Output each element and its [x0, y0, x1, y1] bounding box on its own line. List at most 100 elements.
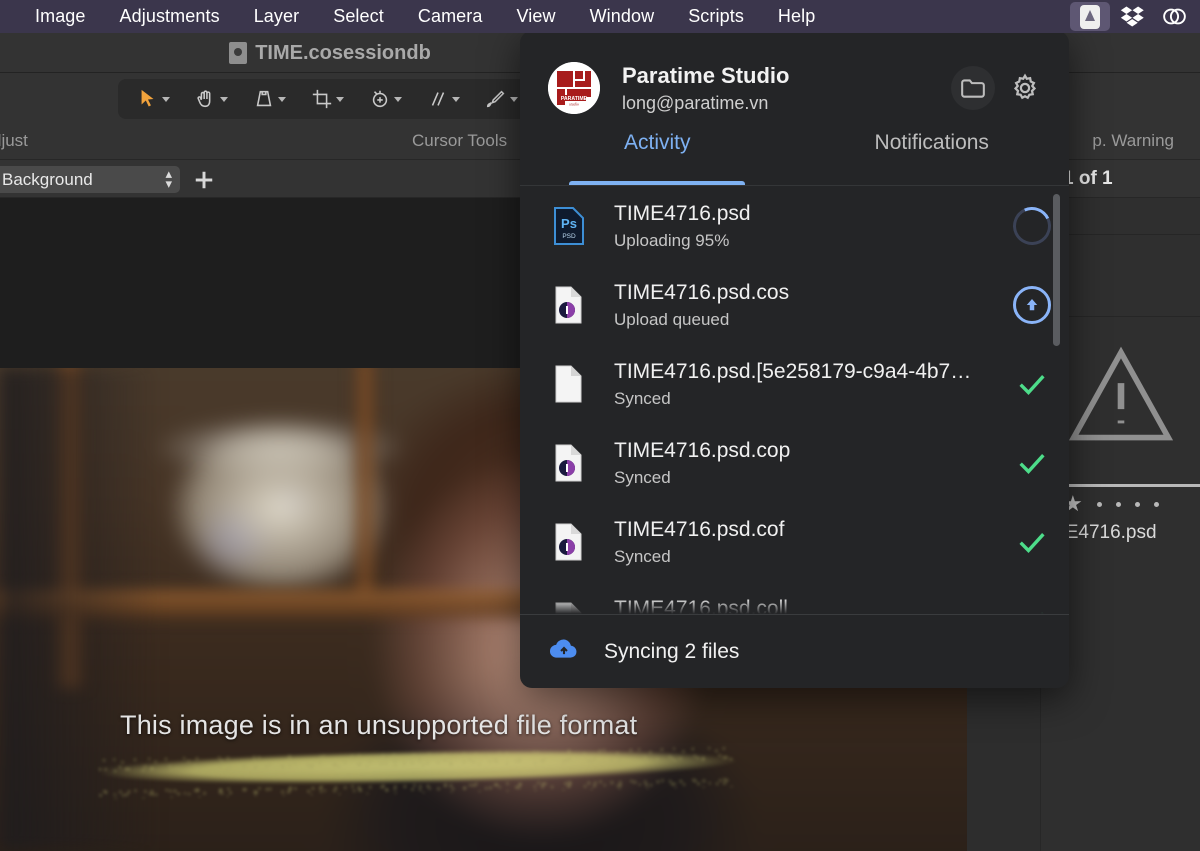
file-list-scrollbar[interactable] — [1053, 194, 1060, 346]
tab-notifications[interactable]: Notifications — [795, 127, 1070, 185]
crop-tool-button[interactable] — [298, 80, 356, 118]
chevron-down-icon — [277, 96, 286, 102]
unsupported-format-message: This image is in an unsupported file for… — [120, 710, 638, 740]
cos-file-icon — [548, 521, 590, 563]
screen: TIME.cosessiondb just Cursor Tools p. Wa… — [0, 0, 1200, 851]
tab-activity[interactable]: Activity — [520, 127, 795, 185]
file-name: TIME4716.psd.cof — [614, 517, 785, 541]
document-title-text: TIME.cosessiondb — [255, 41, 431, 64]
menu-window[interactable]: Window — [573, 0, 672, 33]
file-status: Synced — [614, 468, 671, 488]
account-name: Paratime Studio — [622, 62, 790, 88]
tab-activity-label: Activity — [623, 131, 691, 154]
hand-tool-button[interactable] — [182, 80, 240, 118]
star-empty-icon[interactable] — [1115, 501, 1121, 507]
account-identity: Paratime Studio long@paratime.vn — [622, 62, 943, 115]
popover-footer: Syncing 2 files — [520, 614, 1069, 688]
synced-check-icon — [1019, 532, 1045, 553]
menu-camera[interactable]: Camera — [401, 0, 500, 33]
list-item[interactable]: TIME4716.psd.cop Synced — [520, 423, 1069, 502]
file-name: TIME4716.psd.cos — [614, 280, 790, 304]
popover-tabs: Activity Notifications — [520, 127, 1069, 185]
rotate-tool-button[interactable] — [356, 80, 414, 118]
file-state — [995, 446, 1069, 480]
document-file-icon — [229, 42, 248, 64]
path-tool-button[interactable] — [414, 80, 472, 118]
account-email: long@paratime.vn — [622, 93, 769, 114]
svg-text:studio: studio — [569, 102, 579, 107]
file-state — [995, 367, 1069, 401]
generic-file-icon — [548, 363, 590, 405]
file-info: TIME4716.psd.cos Upload queued — [614, 279, 995, 330]
synced-check-icon — [1019, 453, 1045, 474]
upload-queued-icon — [1013, 285, 1051, 324]
menu-items: Image Adjustments Layer Select Camera Vi… — [0, 0, 832, 33]
file-info: TIME4716.psd.[5e258179-c9a4-4b7… Synced — [614, 358, 995, 409]
upload-progress-ring-icon — [1007, 201, 1057, 250]
chevron-down-icon — [451, 96, 460, 102]
chevron-down-icon — [509, 96, 518, 102]
tab-notifications-label: Notifications — [874, 131, 989, 154]
sync-popover: PARATIME studio Paratime Studio long@par… — [520, 31, 1069, 688]
open-folder-button[interactable] — [951, 66, 995, 110]
menu-adjustments[interactable]: Adjustments — [103, 0, 237, 33]
perspective-tool-button[interactable] — [240, 80, 298, 118]
layer-select[interactable]: Background ▴ ▾ — [0, 166, 180, 193]
file-name: TIME4716.psd — [614, 201, 751, 225]
list-item[interactable]: Ps PSD TIME4716.psd Uploading 95% — [520, 186, 1069, 265]
svg-text:PSD: PSD — [562, 233, 576, 240]
file-info: TIME4716.psd.cof Synced — [614, 516, 995, 567]
star-empty-icon[interactable] — [1096, 501, 1102, 507]
cloud-sync-icon — [548, 636, 580, 667]
settings-button[interactable] — [1003, 66, 1047, 110]
synced-check-icon — [1019, 374, 1045, 395]
chevron-down-icon — [335, 96, 344, 102]
list-fade-overlay — [520, 598, 1069, 614]
adjust-label: djust — [0, 131, 28, 150]
file-status: Synced — [614, 547, 671, 567]
file-status: Uploading 95% — [614, 231, 730, 251]
file-status: Synced — [614, 389, 671, 409]
chevron-down-icon — [393, 96, 402, 102]
menu-image[interactable]: Image — [18, 0, 103, 33]
file-name: TIME4716.psd.cop — [614, 438, 791, 462]
menu-view[interactable]: View — [499, 0, 572, 33]
psd-file-icon: Ps PSD — [548, 205, 590, 247]
list-item[interactable]: TIME4716.psd.cof Synced — [520, 502, 1069, 581]
add-layer-button[interactable] — [193, 169, 216, 191]
file-state — [995, 525, 1069, 559]
file-status: Upload queued — [614, 310, 730, 330]
list-item[interactable]: TIME4716.psd.cos Upload queued — [520, 265, 1069, 344]
star-empty-icon[interactable] — [1153, 501, 1159, 507]
chevron-down-icon — [219, 96, 228, 102]
menu-layer[interactable]: Layer — [237, 0, 317, 33]
tool-group — [118, 79, 536, 119]
svg-text:Ps: Ps — [561, 216, 577, 231]
popover-header: PARATIME studio Paratime Studio long@par… — [520, 31, 1069, 123]
menu-bar-tray — [1070, 0, 1194, 33]
paratime-menubar-icon[interactable] — [1070, 2, 1110, 31]
file-info: TIME4716.psd.cop Synced — [614, 437, 995, 488]
menu-help[interactable]: Help — [761, 0, 832, 33]
file-name: TIME4716.psd.[5e258179-c9a4-4b7… — [614, 359, 972, 383]
menu-select[interactable]: Select — [316, 0, 401, 33]
star-empty-icon[interactable] — [1134, 501, 1140, 507]
creative-cloud-menubar-icon[interactable] — [1154, 2, 1194, 31]
cos-file-icon — [548, 442, 590, 484]
shelf-post-mid — [352, 368, 378, 598]
layer-select-value: Background — [2, 169, 93, 189]
cursor-tool-button[interactable] — [124, 80, 182, 118]
chevron-down-icon — [161, 96, 170, 102]
menu-scripts[interactable]: Scripts — [671, 0, 761, 33]
file-info: TIME4716.psd Uploading 95% — [614, 200, 995, 251]
activity-file-list[interactable]: Ps PSD TIME4716.psd Uploading 95% TIME47… — [520, 186, 1069, 614]
warning-label: p. Warning — [1092, 131, 1174, 150]
sync-status-text: Syncing 2 files — [604, 639, 740, 663]
account-avatar: PARATIME studio — [548, 62, 600, 114]
macos-menu-bar: Image Adjustments Layer Select Camera Vi… — [0, 0, 1200, 33]
stepper-chevrons-icon: ▴ ▾ — [165, 166, 172, 191]
cos-file-icon — [548, 284, 590, 326]
cursor-tools-label: Cursor Tools — [412, 131, 508, 150]
list-item[interactable]: TIME4716.psd.[5e258179-c9a4-4b7… Synced — [520, 344, 1069, 423]
dropbox-menubar-icon[interactable] — [1112, 2, 1152, 31]
